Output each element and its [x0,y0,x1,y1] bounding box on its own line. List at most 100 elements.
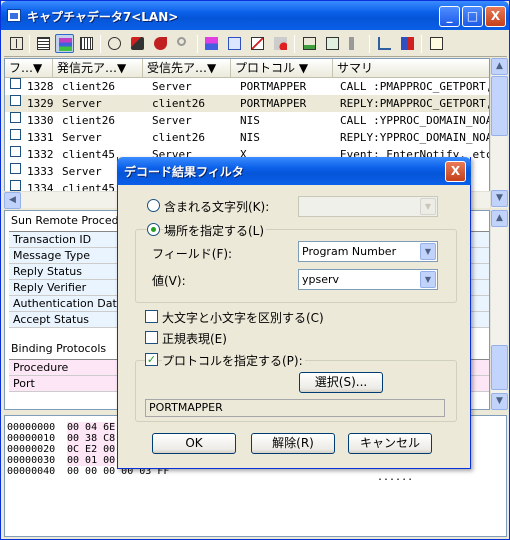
case-sensitive-label: 大文字と小文字を区別する(C) [162,311,324,325]
cell-proto: PORTMAPPER [240,97,307,110]
sound-icon[interactable] [346,34,365,53]
cell-proto: NIS [240,131,260,144]
expand-icon[interactable] [7,34,26,53]
cell-dst: client26 [152,131,205,144]
dialog-close-button[interactable]: X [445,161,466,182]
cell-src: client26 [62,80,115,93]
goto-icon[interactable] [151,34,170,53]
row-checkbox[interactable] [10,112,21,123]
cell-src: client26 [62,114,115,127]
color-bar-icon[interactable] [202,34,221,53]
dropdown-circle-icon[interactable] [105,34,124,53]
row-checkbox[interactable] [10,78,21,89]
cell-dst: Server [152,114,192,127]
col-destination[interactable]: 受信先ア…▼ [143,59,231,77]
table-row[interactable]: 1328 client26 Server PORTMAPPER CALL :PMAPPR… [5,78,489,95]
hex-bytes[interactable]: 00 04 6E [67,422,116,433]
cancel-button[interactable]: キャンセル [348,433,432,454]
cell-no: 1329 [27,97,53,110]
hex-address: 00000040 [7,466,56,477]
col-source[interactable]: 発信元ア…▼ [53,59,143,77]
cell-no: 1331 [27,131,53,144]
tree-header[interactable]: Sun Remote Proced [11,214,119,227]
hex-address: 00000030 [7,455,56,466]
col-protocol[interactable]: プロトコル ▼ [231,59,333,77]
cell-proto: NIS [240,114,260,127]
cell-src: Server [62,131,102,144]
hex-bytes[interactable]: 00 01 00 [67,455,116,466]
row-checkbox[interactable] [10,180,21,191]
scroll-left-button[interactable]: ◀ [4,192,21,209]
chevron-down-icon[interactable]: ▼ [420,243,436,260]
value-value: ypserv [302,273,340,286]
capture-window-icon [7,9,21,22]
cell-no: 1328 [27,80,53,93]
hex-address: 00000000 [7,422,56,433]
regex-checkbox[interactable] [145,331,158,344]
maximize-button[interactable]: □ [462,6,483,27]
hex-address: 00000010 [7,433,56,444]
protocol-checkbox[interactable]: ✓ [145,353,158,366]
filter-icon[interactable] [128,34,147,53]
close-button[interactable]: X [485,6,506,27]
minimize-button[interactable]: _ [439,6,460,27]
sync-icon[interactable] [225,34,244,53]
toolbar [4,31,507,57]
row-checkbox[interactable] [10,146,21,157]
list-header: フ…▼ 発信元ア…▼ 受信先ア…▼ プロトコル ▼ サマリ [5,59,489,78]
list-vscroll[interactable]: ▲ ▼ [490,58,508,208]
delete-icon[interactable] [271,34,290,53]
row-checkbox[interactable] [10,129,21,140]
cell-dst: Server [152,80,192,93]
regex-label: 正規表現(E) [162,332,227,346]
cell-src: Server [62,97,102,110]
title-bar[interactable]: キャプチャデータ7<LAN> _ □ X [1,1,509,30]
protocol-label: プロトコルを指定する(P): [162,352,305,369]
location-radio[interactable] [147,223,160,236]
cell-no: 1333 [27,165,53,178]
search-icon[interactable] [174,34,193,53]
dialog-title-bar[interactable]: デコード結果フィルタ X [117,157,471,185]
chevron-down-icon[interactable]: ▼ [420,271,436,288]
tree-vscroll[interactable]: ▲ ▼ [490,210,508,410]
graph-icon[interactable] [248,34,267,53]
scroll-thumb[interactable] [491,345,508,390]
table-row[interactable]: 1331 Server client26 NIS REPLY:YPPROC_DOMAIN… [5,129,489,146]
color-view-icon[interactable] [55,34,74,53]
field-label: フィールド(F): [152,247,233,261]
location-label: 場所を指定する(L) [164,222,267,239]
field-combo[interactable]: Program Number ▼ [298,241,438,262]
scroll-up-button[interactable]: ▲ [491,210,508,227]
ok-button[interactable]: OK [152,433,236,454]
hex-bytes[interactable]: 00 38 C8 [67,433,116,444]
detail-view-icon[interactable] [77,34,96,53]
cell-summary: CALL :PMAPPROC_GETPORT, X [340,80,490,93]
cell-dst: client26 [152,97,205,110]
contains-text-label: 含まれる文字列(K): [164,200,270,214]
scroll-down-button[interactable]: ▼ [491,393,508,410]
export-icon[interactable] [323,34,342,53]
value-combo[interactable]: ypserv ▼ [298,269,438,290]
scroll-up-button[interactable]: ▲ [491,58,508,75]
scroll-thumb[interactable] [491,76,508,136]
hex-bytes[interactable]: 0C E2 00 [67,444,116,455]
select-button[interactable]: 選択(S)... [299,372,383,393]
case-sensitive-checkbox[interactable] [145,310,158,323]
col-flag[interactable]: フ…▼ [5,59,53,77]
row-checkbox[interactable] [10,95,21,106]
cell-summary: CALL :YPPROC_DOMAIN_NOACK [340,114,490,127]
table-row[interactable]: 1329 Server client26 PORTMAPPER REPLY:PMAPPR… [5,95,489,112]
table-row[interactable]: 1330 client26 Server NIS CALL :YPPROC_DOMAIN… [5,112,489,129]
clear-button[interactable]: 解除(R) [251,433,335,454]
contains-text-radio[interactable] [147,199,160,212]
col-summary[interactable]: サマリ [333,59,489,77]
dialog-title: デコード結果フィルタ [124,165,244,179]
sort-icon[interactable] [398,34,417,53]
chart-icon[interactable] [300,34,319,53]
list-view-icon[interactable] [34,34,53,53]
tree-icon[interactable] [375,34,394,53]
row-checkbox[interactable] [10,163,21,174]
section-binding[interactable]: Binding Protocols [11,342,106,355]
edit-icon[interactable] [427,34,446,53]
scroll-down-button[interactable]: ▼ [491,190,508,207]
